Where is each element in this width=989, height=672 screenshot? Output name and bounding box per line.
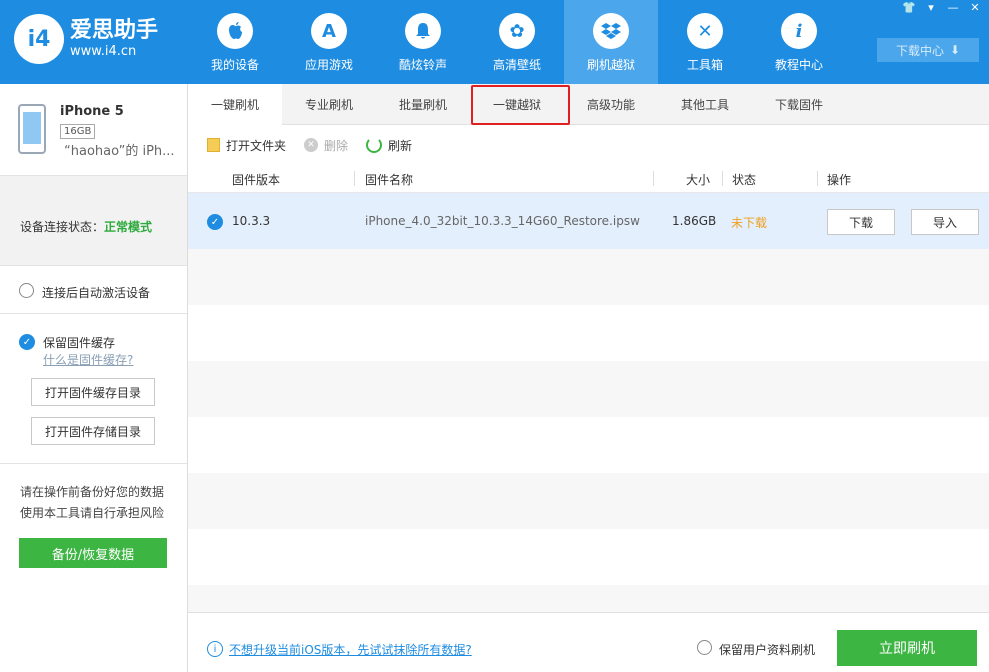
- tab-one-click-flash[interactable]: 一键刷机: [188, 84, 282, 125]
- main-nav: 我的设备 A 应用游戏 酷炫铃声 ✿ 高清壁纸 刷机越狱 ✕ 工具箱 i 教程中…: [188, 0, 846, 84]
- skin-icon[interactable]: 👕: [901, 2, 917, 14]
- logo-url: www.i4.cn: [70, 44, 137, 59]
- what-is-cache-link[interactable]: 什么是固件缓存?: [43, 351, 133, 368]
- download-center-button[interactable]: 下载中心 ⬇: [877, 38, 979, 62]
- empty-row: [188, 417, 989, 473]
- backup-restore-button[interactable]: 备份/恢复数据: [19, 538, 167, 568]
- auto-activate-label: 连接后自动激活设备: [42, 286, 151, 300]
- table-header: 固件版本 固件名称 大小 状态 操作: [188, 165, 989, 193]
- menu-icon[interactable]: ▾: [923, 2, 939, 14]
- refresh-icon: [366, 137, 383, 153]
- app-header: i4 爱思助手 www.i4.cn 我的设备 A 应用游戏 酷炫铃声 ✿ 高清壁…: [0, 0, 989, 84]
- device-card: iPhone 5 16GB “haohao”的 iPh...: [0, 84, 187, 176]
- nav-ringtones[interactable]: 酷炫铃声: [376, 0, 470, 84]
- auto-activate-radio[interactable]: [19, 283, 34, 298]
- nav-tutorials[interactable]: i 教程中心: [752, 0, 846, 84]
- row-status: 未下载: [731, 216, 768, 230]
- nav-flash-jailbreak[interactable]: 刷机越狱: [564, 0, 658, 84]
- nav-apps-games[interactable]: A 应用游戏: [282, 0, 376, 84]
- empty-row: [188, 473, 989, 529]
- row-version: 10.3.3: [232, 214, 271, 228]
- firmware-cache-section: ✓ 保留固件缓存 什么是固件缓存? 打开固件缓存目录 打开固件存储目录: [0, 314, 187, 464]
- flower-icon: ✿: [499, 13, 535, 49]
- left-sidebar: iPhone 5 16GB “haohao”的 iPh... 设备连接状态：正常…: [0, 84, 188, 672]
- row-import-button[interactable]: 导入: [911, 209, 979, 235]
- app-logo: i4 爱思助手 www.i4.cn: [14, 14, 158, 64]
- tab-other-tools[interactable]: 其他工具: [658, 84, 752, 125]
- tab-download-firmware[interactable]: 下载固件: [752, 84, 846, 125]
- nav-toolbox[interactable]: ✕ 工具箱: [658, 0, 752, 84]
- logo-name: 爱思助手: [70, 18, 159, 43]
- conn-value: 正常模式: [104, 220, 153, 234]
- row-name: iPhone_4.0_32bit_10.3.3_14G60_Restore.ip…: [365, 214, 640, 228]
- empty-row: [188, 361, 989, 417]
- info-circle-icon: i: [207, 641, 223, 657]
- empty-row: [188, 305, 989, 361]
- open-cache-dir-button[interactable]: 打开固件缓存目录: [31, 378, 155, 406]
- flash-footer: i 不想升级当前iOS版本，先试试抹除所有数据? 保留用户资料刷机 立即刷机: [188, 612, 989, 672]
- device-owner: “haohao”的 iPh...: [64, 144, 175, 159]
- tab-batch-flash[interactable]: 批量刷机: [376, 84, 470, 125]
- keep-cache-checkbox[interactable]: ✓: [19, 334, 35, 350]
- device-capacity-badge: 16GB: [60, 124, 96, 139]
- col-version: 固件版本: [232, 173, 281, 187]
- apple-icon: [217, 13, 253, 49]
- connection-status: 设备连接状态：正常模式: [0, 176, 187, 266]
- close-icon[interactable]: ✕: [967, 2, 983, 14]
- firmware-toolbar: 打开文件夹 ✕ 删除 刷新: [188, 125, 989, 165]
- col-status: 状态: [732, 173, 757, 187]
- row-size: 1.86GB: [672, 214, 717, 228]
- bell-icon: [405, 13, 441, 49]
- open-store-dir-button[interactable]: 打开固件存储目录: [31, 417, 155, 445]
- col-size: 大小: [686, 173, 711, 187]
- keep-data-label: 保留用户资料刷机: [719, 643, 816, 657]
- folder-icon: [207, 138, 220, 152]
- refresh-button[interactable]: 刷新: [366, 137, 412, 154]
- keep-cache-label: 保留固件缓存: [43, 336, 116, 350]
- row-checkbox[interactable]: ✓: [207, 214, 223, 230]
- col-name: 固件名称: [365, 173, 414, 187]
- row-download-button[interactable]: 下载: [827, 209, 895, 235]
- keep-data-radio[interactable]: [697, 640, 712, 655]
- phone-icon: [18, 104, 46, 154]
- delete-button[interactable]: ✕ 删除: [304, 137, 348, 154]
- dropbox-icon: [593, 13, 629, 49]
- device-name: iPhone 5: [60, 104, 124, 119]
- table-row[interactable]: ✓ 10.3.3 iPhone_4.0_32bit_10.3.3_14G60_R…: [188, 193, 989, 249]
- tab-one-click-jailbreak[interactable]: 一键越狱: [470, 84, 564, 125]
- empty-row: [188, 529, 989, 585]
- window-controls: 👕 ▾ — ✕: [901, 2, 983, 14]
- open-folder-button[interactable]: 打开文件夹: [207, 137, 286, 154]
- app-store-icon: A: [311, 13, 347, 49]
- col-action: 操作: [827, 173, 852, 187]
- empty-row: [188, 249, 989, 305]
- nav-wallpapers[interactable]: ✿ 高清壁纸: [470, 0, 564, 84]
- download-icon: ⬇: [949, 43, 961, 57]
- sub-tabs: 一键刷机 专业刷机 批量刷机 一键越狱 高级功能 其他工具 下载固件: [188, 84, 989, 125]
- info-icon: i: [781, 13, 817, 49]
- empty-row: [188, 585, 989, 612]
- erase-data-link[interactable]: 不想升级当前iOS版本，先试试抹除所有数据?: [229, 641, 472, 658]
- conn-label: 设备连接状态：: [20, 220, 105, 234]
- auto-activate-option: 连接后自动激活设备: [0, 266, 187, 314]
- tools-icon: ✕: [687, 13, 723, 49]
- tab-pro-flash[interactable]: 专业刷机: [282, 84, 376, 125]
- delete-icon: ✕: [304, 138, 319, 152]
- i4-logo-icon: i4: [14, 14, 64, 64]
- tab-advanced[interactable]: 高级功能: [564, 84, 658, 125]
- nav-my-device[interactable]: 我的设备: [188, 0, 282, 84]
- minimize-icon[interactable]: —: [945, 2, 961, 14]
- risk-warning: 请在操作前备份好您的数据 使用本工具请自行承担风险: [20, 485, 165, 520]
- flash-now-button[interactable]: 立即刷机: [837, 630, 977, 666]
